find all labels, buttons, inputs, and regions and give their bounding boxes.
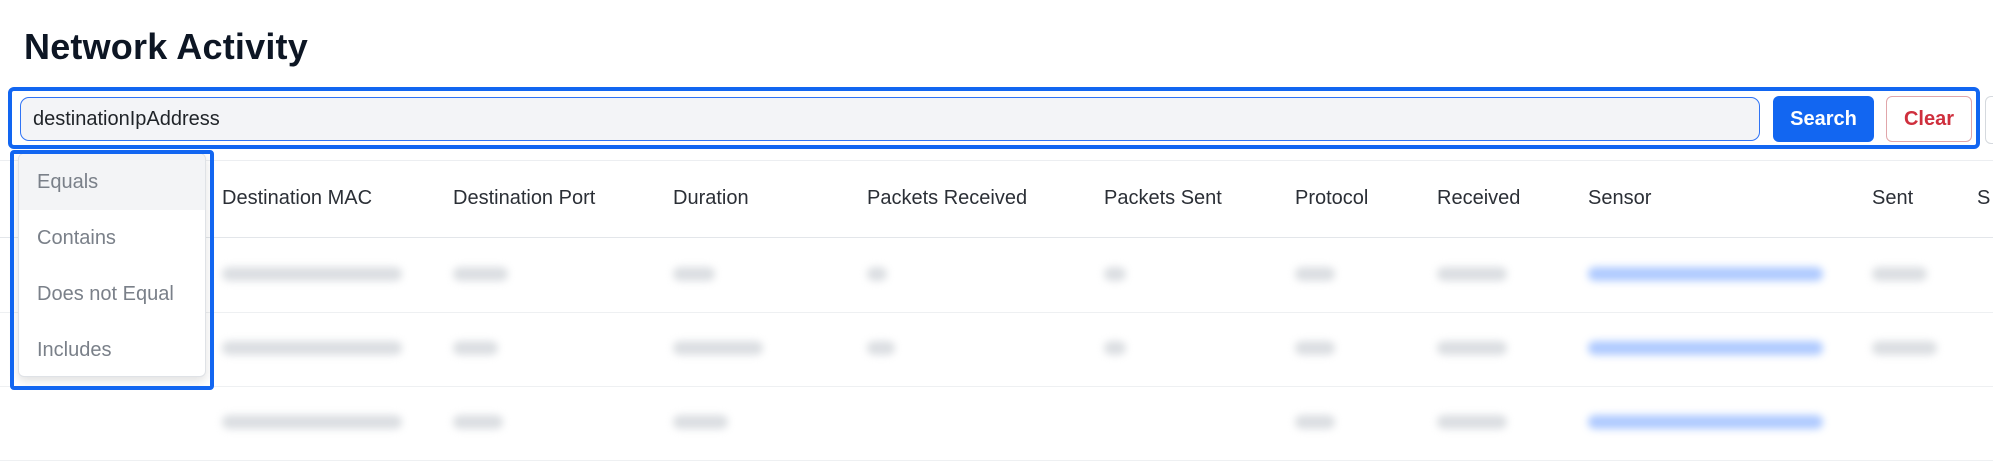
blurred-cell	[222, 267, 402, 281]
blurred-cell	[867, 341, 895, 355]
column-header-duration[interactable]: Duration	[673, 187, 749, 210]
blurred-cell	[453, 415, 503, 429]
blurred-cell	[222, 341, 402, 355]
column-header-destination-port[interactable]: Destination Port	[453, 187, 595, 210]
blurred-cell	[673, 341, 763, 355]
blurred-cell	[1295, 267, 1335, 281]
column-header-protocol[interactable]: Protocol	[1295, 187, 1368, 210]
blurred-cell	[453, 341, 498, 355]
page-title: Network Activity	[24, 26, 308, 67]
dropdown-option-equals[interactable]: Equals	[19, 154, 205, 210]
column-header-packets-received[interactable]: Packets Received	[867, 187, 1027, 210]
blurred-sensor-link[interactable]	[1588, 267, 1823, 281]
blurred-cell	[673, 415, 728, 429]
blurred-cell	[1104, 341, 1126, 355]
column-header-received[interactable]: Received	[1437, 187, 1520, 210]
network-activity-table: Destination MAC Destination Port Duratio…	[0, 160, 1993, 461]
blurred-sensor-link[interactable]	[1588, 341, 1823, 355]
column-header-packets-sent[interactable]: Packets Sent	[1104, 187, 1222, 210]
dropdown-option-does-not-equal[interactable]: Does not Equal	[19, 266, 205, 322]
blurred-cell	[453, 267, 508, 281]
column-header-sensor[interactable]: Sensor	[1588, 187, 1651, 210]
operator-dropdown: Equals Contains Does not Equal Includes	[18, 153, 206, 377]
column-header-destination-mac[interactable]: Destination MAC	[222, 187, 372, 210]
search-button[interactable]: Search	[1773, 96, 1874, 142]
options-button-partial[interactable]	[1985, 96, 1993, 144]
blurred-cell	[1872, 341, 1937, 355]
blurred-sensor-link[interactable]	[1588, 415, 1823, 429]
table-row[interactable]	[0, 312, 1993, 387]
dropdown-option-includes[interactable]: Includes	[19, 322, 205, 376]
blurred-cell	[1104, 267, 1126, 281]
blurred-cell	[1437, 341, 1507, 355]
blurred-cell	[1295, 415, 1335, 429]
blurred-cell	[1437, 267, 1507, 281]
blurred-cell	[673, 267, 715, 281]
blurred-cell	[222, 415, 402, 429]
dropdown-option-contains[interactable]: Contains	[19, 210, 205, 266]
search-input[interactable]	[20, 97, 1760, 141]
clear-button[interactable]: Clear	[1886, 96, 1972, 142]
blurred-cell	[1872, 267, 1927, 281]
table-row[interactable]	[0, 386, 1993, 461]
blurred-cell	[1295, 341, 1335, 355]
blurred-cell	[1437, 415, 1507, 429]
table-row[interactable]	[0, 238, 1993, 313]
blurred-cell	[867, 267, 887, 281]
column-header-sent[interactable]: Sent	[1872, 187, 1913, 210]
table-header-row: Destination MAC Destination Port Duratio…	[0, 161, 1993, 238]
column-header-partial[interactable]: S	[1977, 187, 1990, 210]
